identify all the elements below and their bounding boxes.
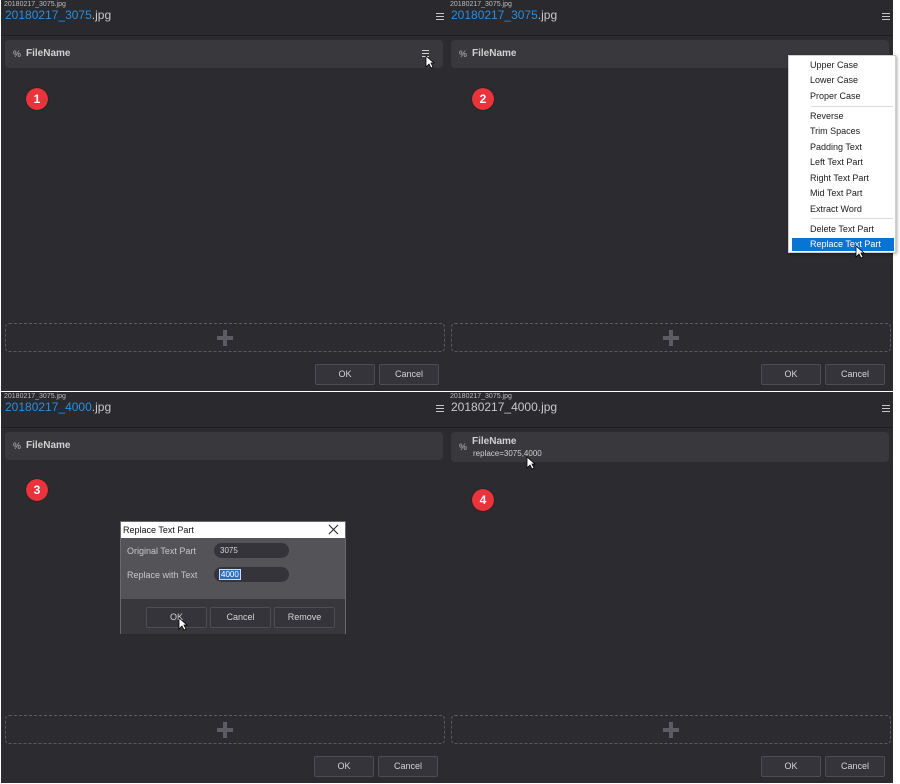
- menu-item-extract-word[interactable]: Extract Word: [792, 203, 894, 216]
- preview-filename: 20180217_4000.jpg: [5, 400, 111, 414]
- hamburger-menu-icon[interactable]: [882, 13, 890, 21]
- preview-filename-highlight: 20180217_3075: [5, 8, 92, 22]
- step-badge: 4: [472, 489, 494, 511]
- header: 20180217_3075.jpg 20180217_4000.jpg: [1, 392, 447, 428]
- mouse-cursor-icon: [178, 617, 188, 631]
- plus-icon: [217, 329, 233, 346]
- ok-button[interactable]: OK: [314, 756, 374, 777]
- menu-item-upper-case[interactable]: Upper Case: [792, 59, 894, 72]
- original-text-label: Original Text Part: [127, 546, 196, 556]
- preview-filename-ext: .jpg: [537, 8, 558, 22]
- header: 20180217_3075.jpg 20180217_3075.jpg: [1, 0, 447, 36]
- menu-item-reverse[interactable]: Reverse: [792, 110, 894, 123]
- replace-text-input[interactable]: 4000: [214, 567, 289, 582]
- percent-icon: %: [459, 49, 468, 59]
- field-label: FileName: [26, 440, 71, 451]
- menu-item-lower-case[interactable]: Lower Case: [792, 74, 894, 87]
- field-row-filename[interactable]: % FileName replace=3075,4000: [451, 432, 889, 470]
- original-filename: 20180217_3075.jpg: [4, 1, 66, 8]
- menu-item-padding-text[interactable]: Padding Text: [792, 141, 894, 154]
- add-field-bar[interactable]: [451, 323, 891, 352]
- hamburger-menu-icon[interactable]: [436, 13, 444, 21]
- plus-icon: [217, 721, 233, 738]
- original-text-value: 3075: [220, 546, 238, 555]
- dialog-ok-button[interactable]: OK: [146, 607, 207, 628]
- cancel-button[interactable]: Cancel: [378, 756, 438, 777]
- preview-filename-highlight: 20180217_4000: [5, 400, 92, 414]
- dialog-title: Replace Text Part: [123, 525, 194, 535]
- mouse-cursor-icon: [526, 456, 536, 470]
- header: 20180217_3075.jpg 20180217_4000.jpg: [447, 392, 893, 428]
- ok-button[interactable]: OK: [761, 364, 821, 385]
- menu-item-right-text-part[interactable]: Right Text Part: [792, 172, 894, 185]
- menu-separator: [811, 106, 893, 107]
- dialog-form: Original Text Part 3075 Replace with Tex…: [121, 538, 345, 599]
- percent-icon: %: [459, 442, 468, 452]
- preview-filename-ext: .jpg: [91, 400, 112, 414]
- menu-item-trim-spaces[interactable]: Trim Spaces: [792, 125, 894, 138]
- ok-button[interactable]: OK: [315, 364, 375, 385]
- preview-filename: 20180217_4000.jpg: [451, 400, 558, 414]
- dialog-remove-button[interactable]: Remove: [274, 607, 335, 628]
- header: 20180217_3075.jpg 20180217_3075.jpg: [447, 0, 893, 36]
- cancel-button[interactable]: Cancel: [379, 364, 439, 385]
- panel-step-4: 20180217_3075.jpg 20180217_4000.jpg % Fi…: [447, 392, 893, 783]
- hamburger-menu-icon[interactable]: [436, 405, 444, 413]
- menu-item-replace-text-part[interactable]: Replace Text Part: [792, 238, 894, 251]
- menu-item-mid-text-part[interactable]: Mid Text Part: [792, 187, 894, 200]
- ok-button[interactable]: OK: [761, 756, 821, 777]
- replace-text-part-dialog: Replace Text Part Original Text Part 307…: [120, 521, 346, 634]
- original-text-input[interactable]: 3075: [214, 543, 289, 558]
- cancel-button[interactable]: Cancel: [825, 364, 885, 385]
- dialog-buttons: OK Cancel Remove: [121, 599, 345, 634]
- replace-text-label: Replace with Text: [127, 570, 198, 580]
- percent-icon: %: [13, 49, 22, 59]
- menu-item-left-text-part[interactable]: Left Text Part: [792, 156, 894, 169]
- step-badge: 3: [26, 479, 48, 501]
- menu-item-proper-case[interactable]: Proper Case: [792, 90, 894, 103]
- field-row-filename[interactable]: % FileName: [5, 432, 443, 460]
- field-label: FileName: [472, 48, 517, 59]
- plus-icon: [663, 721, 679, 738]
- mouse-cursor-icon: [855, 245, 865, 259]
- cancel-button[interactable]: Cancel: [825, 756, 885, 777]
- preview-filename: 20180217_3075.jpg: [451, 8, 557, 22]
- add-field-bar[interactable]: [5, 715, 445, 744]
- field-context-menu: Upper Case Lower Case Proper Case Revers…: [788, 55, 896, 259]
- plus-icon: [663, 329, 679, 346]
- add-field-bar[interactable]: [5, 323, 445, 352]
- preview-filename: 20180217_3075.jpg: [5, 8, 111, 22]
- replace-text-value: 4000: [219, 569, 241, 580]
- preview-filename-highlight: 20180217_3075: [451, 8, 538, 22]
- preview-filename-ext: .jpg: [91, 8, 112, 22]
- field-row-filename[interactable]: % FileName: [5, 40, 443, 69]
- step-badge: 1: [26, 88, 48, 110]
- original-filename: 20180217_3075.jpg: [450, 1, 512, 8]
- field-label: FileName: [472, 436, 517, 447]
- mouse-cursor-icon: [425, 55, 435, 69]
- step-badge: 2: [472, 88, 494, 110]
- original-filename: 20180217_3075.jpg: [4, 393, 66, 400]
- menu-item-delete-text-part[interactable]: Delete Text Part: [792, 223, 894, 236]
- percent-icon: %: [13, 441, 22, 451]
- dialog-titlebar: Replace Text Part: [121, 522, 345, 538]
- panel-step-1: 20180217_3075.jpg 20180217_3075.jpg % Fi…: [1, 0, 447, 391]
- field-label: FileName: [26, 48, 71, 59]
- dialog-cancel-button[interactable]: Cancel: [210, 607, 271, 628]
- menu-separator: [811, 218, 893, 219]
- original-filename: 20180217_3075.jpg: [450, 393, 512, 400]
- add-field-bar[interactable]: [451, 715, 891, 744]
- hamburger-menu-icon[interactable]: [882, 405, 890, 413]
- close-icon[interactable]: [328, 524, 339, 535]
